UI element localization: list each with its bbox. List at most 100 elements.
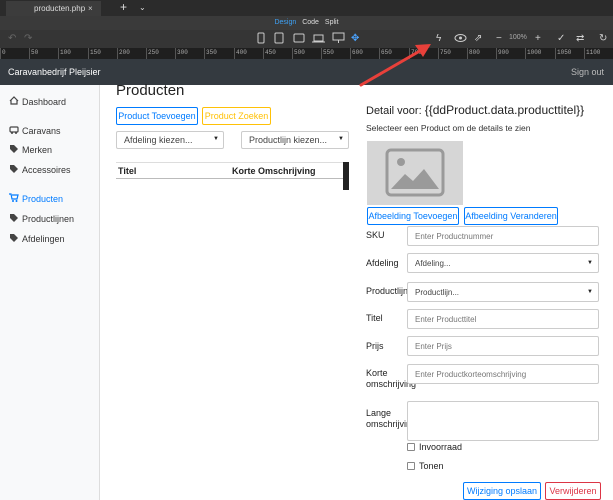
ruler-label: 50	[31, 49, 39, 56]
detail-title: Detail voor: {{ddProduct.data.producttit…	[366, 103, 584, 117]
ruler-tick	[175, 48, 176, 59]
detail-subtitle: Selecteer een Product om de details te z…	[366, 123, 531, 133]
check-circle-icon[interactable]: ✓	[557, 32, 565, 46]
sidebar-item-label: Producten	[22, 194, 64, 204]
redo-icon[interactable]: ↷	[24, 32, 32, 46]
close-tab-icon[interactable]: ×	[88, 4, 93, 13]
swap-icon[interactable]: ⇄	[576, 32, 584, 46]
sidebar-item-label: Dashboard	[22, 97, 67, 107]
label-line: Lange	[366, 408, 392, 418]
productlijn-select[interactable]: Productlijn... ▼	[407, 282, 599, 302]
sign-out-link[interactable]: Sign out	[571, 67, 604, 77]
sidebar-item-caravans[interactable]: Caravans	[9, 125, 61, 136]
lightning-icon[interactable]: ϟ	[436, 32, 441, 46]
korte-omschrijving-input[interactable]: Enter Productkorteomschrijving	[407, 364, 599, 384]
productlijn-label: Productlijn	[366, 286, 409, 296]
ruler-tick	[496, 48, 497, 59]
tag-icon	[9, 213, 19, 222]
tonen-checkbox[interactable]	[407, 462, 415, 470]
add-tab-icon[interactable]: +	[120, 0, 127, 14]
tag-icon	[9, 164, 19, 173]
titel-input[interactable]: Enter Producttitel	[407, 309, 599, 329]
horizontal-ruler: 0 50 100 150 200 250 300 350 400 450 500 550 600 650 7…	[0, 48, 613, 59]
tablet-landscape-icon[interactable]	[293, 32, 305, 44]
lange-omschrijving-textarea[interactable]	[407, 401, 599, 441]
table-scrollbar[interactable]	[343, 162, 349, 190]
annotation-arrow-icon	[359, 44, 431, 87]
tag-icon	[9, 144, 19, 153]
prijs-input[interactable]: Enter Prijs	[407, 336, 599, 356]
detail-title-prefix: Detail voor:	[366, 105, 425, 117]
editor-toolbar: ↶ ↷ ✥ ϟ ⇗ − 100% + ✓ ⇄ ↻	[0, 30, 613, 48]
change-image-button[interactable]: Afbeelding Veranderen	[464, 207, 558, 225]
ruler-label: 750	[440, 49, 451, 56]
ruler-tick	[292, 48, 293, 59]
afdeling-filter-select[interactable]: Afdeling kiezen... ▼	[116, 131, 224, 149]
eye-icon[interactable]	[454, 32, 467, 44]
search-product-button[interactable]: Product Zoeken	[202, 107, 271, 125]
design-view-button[interactable]: Design	[274, 19, 296, 26]
chevron-down-icon[interactable]: ⌄	[139, 3, 146, 12]
ruler-label: 500	[294, 49, 305, 56]
undo-icon[interactable]: ↶	[8, 32, 16, 46]
ruler-tick	[29, 48, 30, 59]
titel-label: Titel	[366, 313, 383, 323]
document-tab[interactable]: producten.php ×	[6, 1, 101, 16]
refresh-icon[interactable]: ↻	[599, 32, 607, 46]
code-view-button[interactable]: Code	[302, 19, 319, 26]
table-top-border	[116, 162, 344, 163]
column-header-korte-omschrijving[interactable]: Korte Omschrijving	[232, 166, 316, 176]
ruler-label: 350	[206, 49, 217, 56]
share-icon[interactable]: ⇗	[474, 32, 482, 46]
caret-down-icon: ▼	[587, 289, 593, 295]
ruler-tick	[117, 48, 118, 59]
sidebar-item-productlijnen[interactable]: Productlijnen	[9, 213, 74, 224]
zoom-level: 100%	[509, 34, 527, 41]
sku-input[interactable]: Enter Productnummer	[407, 226, 599, 246]
afdeling-label: Afdeling	[366, 258, 399, 268]
sidebar-item-label: Accessoires	[22, 165, 71, 175]
laptop-view-icon[interactable]	[312, 32, 325, 44]
save-changes-button[interactable]: Wijziging opslaan	[463, 482, 541, 500]
add-image-button[interactable]: Afbeelding Toevoegen	[367, 207, 459, 225]
cart-icon	[9, 193, 19, 202]
mobile-view-icon[interactable]	[257, 32, 265, 44]
ruler-label: 800	[469, 49, 480, 56]
sidebar-item-afdelingen[interactable]: Afdelingen	[9, 233, 65, 244]
add-product-button[interactable]: Product Toevoegen	[116, 107, 198, 125]
ruler-tick	[88, 48, 89, 59]
ruler-tick	[263, 48, 264, 59]
caret-down-icon: ▼	[587, 260, 593, 266]
invoorraad-label: Invoorraad	[419, 442, 463, 452]
sidebar-item-producten[interactable]: Producten	[9, 193, 63, 204]
invoorraad-checkbox[interactable]	[407, 443, 415, 451]
document-tab-bar: producten.php × + ⌄	[0, 0, 613, 16]
column-header-titel[interactable]: Titel	[118, 166, 136, 176]
sidebar-item-label: Productlijnen	[22, 214, 75, 224]
sidebar-item-accessoires[interactable]: Accessoires	[9, 164, 71, 175]
zoom-in-icon[interactable]: +	[535, 32, 541, 46]
select-value: Productlijn kiezen...	[249, 135, 328, 145]
caret-down-icon: ▼	[338, 136, 344, 142]
delete-button[interactable]: Verwijderen	[545, 482, 601, 500]
sidebar-item-merken[interactable]: Merken	[9, 144, 52, 155]
productlijn-filter-select[interactable]: Productlijn kiezen... ▼	[241, 131, 349, 149]
tag-icon	[9, 233, 19, 242]
sidebar-item-dashboard[interactable]: Dashboard	[9, 96, 66, 107]
tonen-label: Tonen	[419, 461, 444, 471]
select-value: Afdeling...	[415, 259, 451, 268]
tablet-view-icon[interactable]	[274, 32, 284, 44]
split-view-button[interactable]: Split	[325, 19, 339, 26]
zoom-out-icon[interactable]: −	[496, 32, 502, 46]
afdeling-select[interactable]: Afdeling... ▼	[407, 253, 599, 273]
ruler-label: 200	[119, 49, 130, 56]
ruler-tick	[555, 48, 556, 59]
ruler-label: 0	[2, 49, 6, 56]
product-image-placeholder	[367, 141, 463, 205]
ruler-label: 1000	[527, 49, 542, 56]
ruler-tick	[584, 48, 585, 59]
desktop-view-icon[interactable]	[332, 32, 345, 44]
brand-label[interactable]: Caravanbedrijf Pleijsier	[8, 67, 101, 77]
sidebar-item-label: Caravans	[22, 126, 61, 136]
image-icon	[385, 148, 445, 197]
